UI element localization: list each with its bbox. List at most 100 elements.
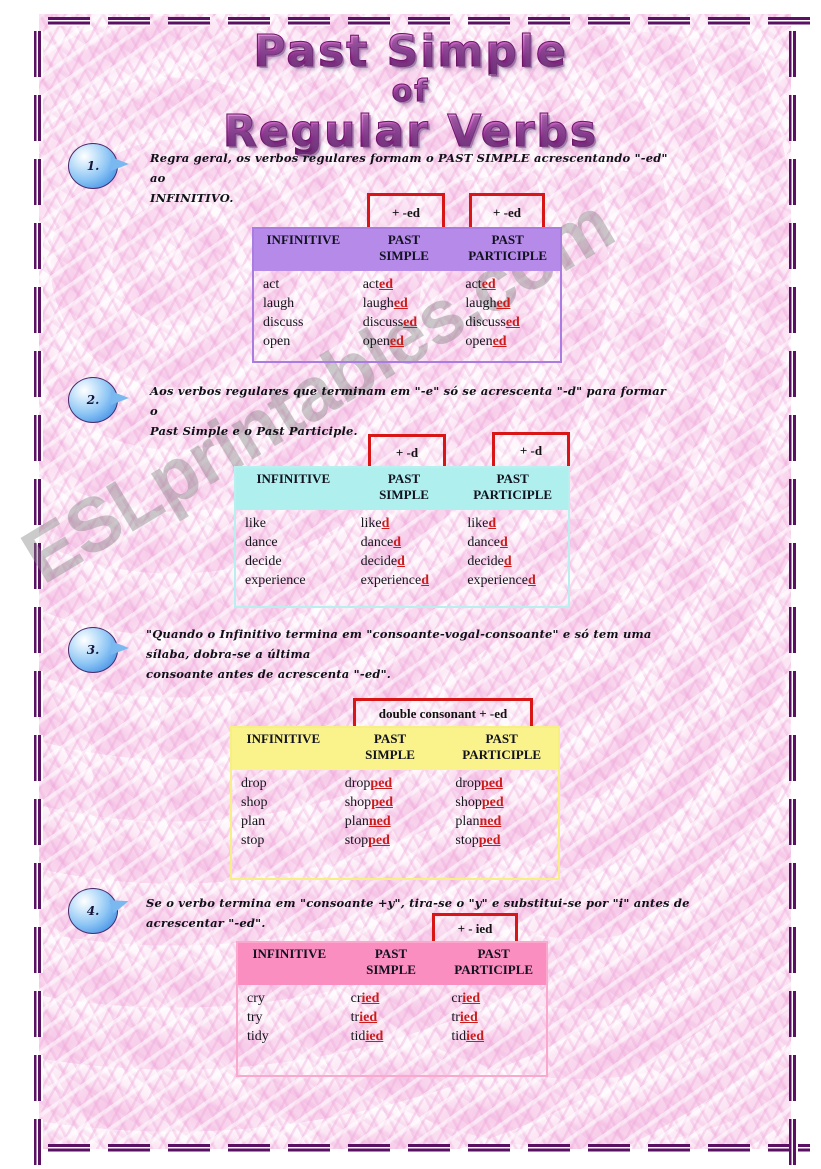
verb-suffix: d — [527, 573, 536, 588]
border-dash-horizontal — [588, 1144, 630, 1153]
column-header-past-participle-line2: PARTICIPLE — [468, 248, 548, 263]
cell-past-simple: dropped — [335, 774, 446, 793]
cell-infinitive: shop — [241, 795, 268, 810]
verb-stem: dance — [360, 535, 394, 550]
border-dash-horizontal — [528, 17, 570, 26]
cell-past-simple: cried — [341, 989, 442, 1008]
border-dash-vertical — [789, 799, 798, 845]
step-number-bubble-3: 3. — [68, 627, 129, 673]
border-dash-horizontal — [228, 17, 270, 26]
verb-table-1: INFINITIVE PAST SIMPLE PAST PARTICIPLE act act… — [252, 227, 562, 363]
border-dash-vertical — [789, 351, 798, 397]
border-dash-vertical — [789, 159, 798, 205]
cell-infinitive: open — [263, 334, 291, 349]
verb-suffix: ied — [365, 1029, 384, 1044]
border-dash-horizontal — [108, 17, 150, 26]
column-header-past-participle-line2: PARTICIPLE — [454, 962, 534, 977]
border-dash-vertical — [34, 991, 43, 1037]
border-dash-vertical — [789, 479, 798, 525]
verb-suffix: ped — [478, 833, 501, 848]
border-dash-vertical — [34, 1055, 43, 1101]
cell-past-participle: experienced — [457, 571, 568, 590]
verb-suffix: ed — [496, 296, 511, 311]
border-dash-horizontal — [48, 17, 90, 26]
border-dash-horizontal — [708, 1144, 750, 1153]
step-number-label: 2. — [86, 393, 100, 407]
table-header-row: INFINITIVE PAST SIMPLE PAST PARTICIPLE — [238, 943, 546, 985]
column-header-past-simple-line2: SIMPLE — [365, 747, 415, 762]
column-header-past-simple: PAST SIMPLE — [341, 943, 442, 985]
column-header-past-participle-line1: PAST — [477, 946, 510, 961]
column-header-past-participle-line2: PARTICIPLE — [473, 487, 553, 502]
border-dash-vertical — [34, 479, 43, 525]
table-row: decide decided decided — [236, 552, 568, 571]
table-header-row: INFINITIVE PAST SIMPLE PAST PARTICIPLE — [254, 229, 560, 271]
border-dash-vertical — [789, 863, 798, 909]
verb-stem: open — [465, 334, 493, 349]
verb-table-2: INFINITIVE PAST SIMPLE PAST PARTICIPLE like li… — [234, 466, 570, 608]
cell-infinitive: cry — [247, 991, 265, 1006]
cell-past-participle: decided — [457, 552, 568, 571]
step-number-label: 3. — [86, 643, 100, 657]
column-header-past-participle-line2: PARTICIPLE — [462, 747, 542, 762]
verb-stem: stop — [455, 833, 479, 848]
border-dash-vertical — [34, 607, 43, 653]
border-dash-vertical — [34, 927, 43, 973]
table-body: act acted acted laugh laughed laughed discuss d… — [254, 271, 560, 361]
table-row: dance danced danced — [236, 533, 568, 552]
verb-stem: act — [362, 277, 380, 292]
cell-past-participle: acted — [455, 275, 560, 294]
column-header-past-simple: PAST SIMPLE — [335, 728, 446, 770]
border-dash-vertical — [34, 287, 43, 333]
instruction-line-2: consoante antes de acrescenta "-ed". — [146, 667, 391, 681]
cell-past-participle: tidied — [441, 1027, 546, 1046]
verb-suffix: ped — [370, 776, 393, 791]
cell-past-simple: discussed — [353, 313, 456, 332]
verb-suffix: ied — [466, 1029, 485, 1044]
column-header-past-simple-line2: SIMPLE — [366, 962, 416, 977]
border-dash-vertical — [789, 671, 798, 717]
verb-suffix: ed — [389, 334, 404, 349]
column-header-past-simple-line1: PAST — [374, 946, 408, 961]
cell-past-simple: decided — [351, 552, 458, 571]
column-header-infinitive: INFINITIVE — [256, 471, 331, 486]
table-header-row: INFINITIVE PAST SIMPLE PAST PARTICIPLE — [236, 468, 568, 510]
border-dash-vertical — [34, 799, 43, 845]
border-dash-vertical — [789, 927, 798, 973]
cell-infinitive: drop — [241, 776, 267, 791]
column-header-past-participle: PAST PARTICIPLE — [445, 728, 558, 770]
column-header-past-participle-line1: PAST — [485, 731, 518, 746]
cell-past-simple: opened — [353, 332, 456, 351]
instruction-line-1: Se o verbo termina em "consoante +y", ti… — [146, 896, 690, 930]
verb-suffix: ied — [361, 991, 380, 1006]
cell-infinitive: discuss — [263, 315, 304, 330]
border-dash-vertical — [789, 1055, 798, 1101]
table-row: like liked liked — [236, 514, 568, 533]
verb-stem: tid — [451, 1029, 467, 1044]
verb-stem: tr — [350, 1010, 360, 1025]
cell-past-participle: opened — [455, 332, 560, 351]
verb-suffix: d — [421, 573, 430, 588]
verb-stem: decide — [360, 554, 398, 569]
column-header-past-simple-line2: SIMPLE — [379, 248, 429, 263]
verb-stem: tr — [451, 1010, 460, 1025]
verb-stem: cr — [451, 991, 463, 1006]
verb-stem: drop — [455, 776, 482, 791]
verb-suffix: ped — [481, 776, 503, 791]
cell-infinitive: try — [247, 1010, 263, 1025]
worksheet-page: ESLprintables.com Past Simple of Regular… — [0, 0, 821, 1169]
border-dash-horizontal — [348, 17, 390, 26]
border-dash-vertical — [34, 415, 43, 461]
verb-suffix: ped — [371, 795, 393, 810]
border-dash-vertical — [34, 351, 43, 397]
cell-infinitive: experience — [245, 573, 306, 588]
border-dash-horizontal — [528, 1144, 570, 1153]
verb-suffix: d — [381, 516, 390, 531]
column-header-past-simple-line1: PAST — [387, 232, 421, 247]
cell-past-participle: danced — [457, 533, 568, 552]
table-row: act acted acted — [254, 275, 560, 294]
bubble-tail — [111, 391, 129, 405]
table-body: like liked liked dance danced danced decide dec… — [236, 510, 568, 606]
verb-stem: decide — [467, 554, 504, 569]
border-dash-horizontal — [48, 1144, 90, 1153]
